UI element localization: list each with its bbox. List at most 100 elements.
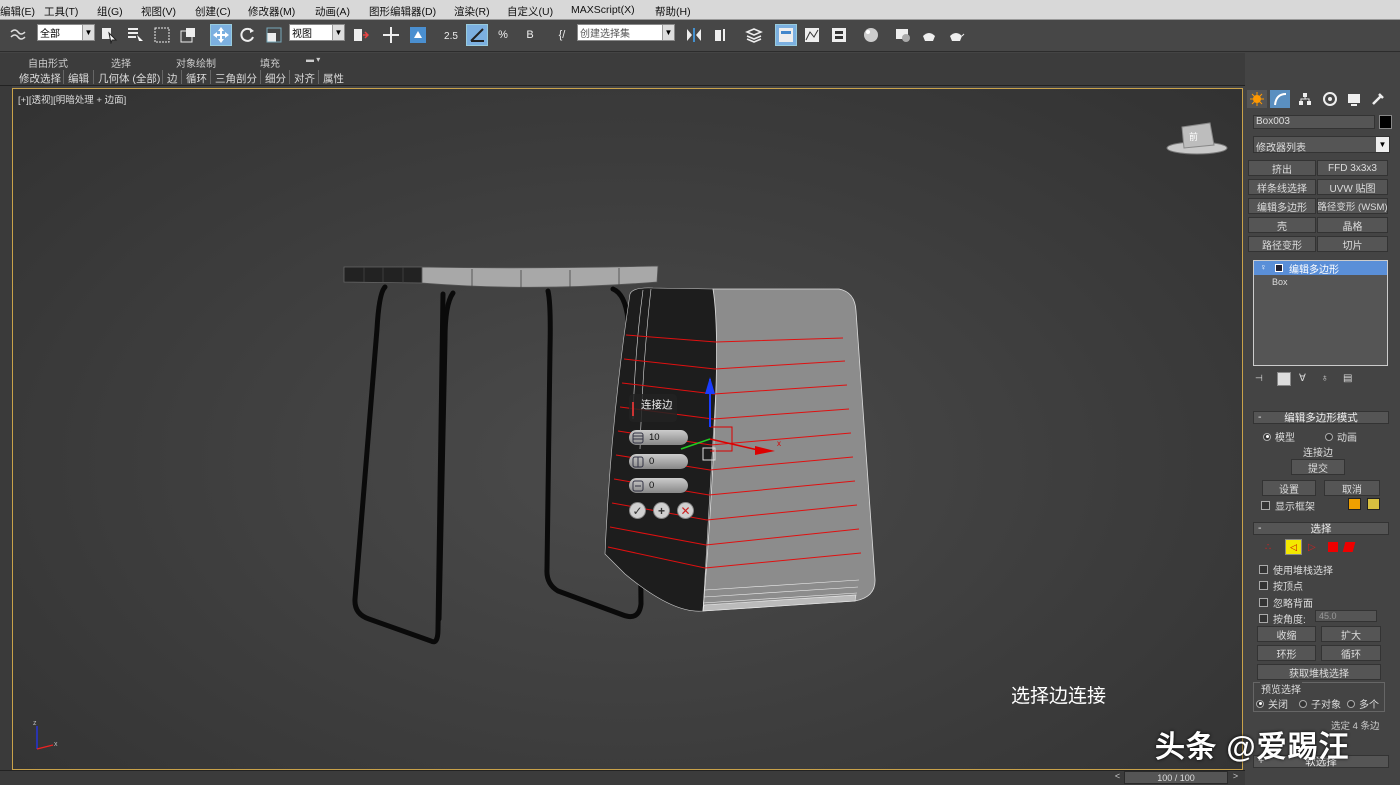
selection-rollout-header[interactable]: - 选择 xyxy=(1253,522,1389,535)
mod-extrude-button[interactable]: 挤出 xyxy=(1248,160,1316,176)
element-level-icon[interactable] xyxy=(1342,542,1356,552)
create-tab-icon[interactable] xyxy=(1247,90,1267,108)
select-object-icon[interactable] xyxy=(98,24,120,46)
snap-toggle-icon[interactable]: 2.5 xyxy=(440,24,462,48)
menu-modifiers[interactable]: 修改器(M) xyxy=(248,4,295,19)
viewcube[interactable]: 前 xyxy=(1166,122,1228,155)
link-icon[interactable] xyxy=(7,24,29,46)
stool-seat[interactable] xyxy=(343,265,659,290)
named-selection-dropdown[interactable]: 创建选择集 ▼ xyxy=(577,24,675,41)
manipulate-icon[interactable] xyxy=(380,24,402,46)
edit-named-selection-icon[interactable]: {/ xyxy=(551,24,573,46)
render-teapot-icon[interactable] xyxy=(945,24,967,46)
material-editor-icon[interactable] xyxy=(860,24,882,46)
rect-region-icon[interactable] xyxy=(151,24,173,46)
model-radio[interactable]: 模型 xyxy=(1263,429,1295,444)
ref-coord-dropdown[interactable]: 视图 ▼ xyxy=(289,24,345,41)
slide-field[interactable]: 0 xyxy=(629,478,688,493)
menu-edit[interactable]: 编辑(E) xyxy=(0,4,35,19)
ribbon-loops[interactable]: 循环 xyxy=(186,71,207,86)
utilities-tab-icon[interactable] xyxy=(1368,90,1388,108)
mod-path-deform-wsm-button[interactable]: 路径变形 (WSM) xyxy=(1317,198,1388,214)
pin-stack-icon[interactable]: ⊣ xyxy=(1255,373,1269,385)
window-crossing-icon[interactable] xyxy=(177,24,199,46)
apply-plus-icon[interactable]: + xyxy=(653,502,670,519)
object-name-field[interactable]: Box003 xyxy=(1253,115,1375,129)
loop-button[interactable]: 循环 xyxy=(1321,645,1381,661)
select-by-name-icon[interactable] xyxy=(124,24,146,46)
mod-edit-poly-button[interactable]: 编辑多边形 xyxy=(1248,198,1316,214)
shrink-button[interactable]: 收缩 xyxy=(1257,626,1316,642)
mirror-icon[interactable] xyxy=(683,24,705,46)
modify-tab-icon[interactable] xyxy=(1270,90,1290,108)
curve-editor-icon[interactable] xyxy=(801,24,823,46)
expand-icon[interactable] xyxy=(1275,264,1283,272)
by-vertex-checkbox[interactable]: 按顶点 xyxy=(1259,578,1303,593)
grow-button[interactable]: 扩大 xyxy=(1321,626,1381,642)
menu-tools[interactable]: 工具(T) xyxy=(44,4,78,19)
cage-color-swatch-1[interactable] xyxy=(1348,498,1361,510)
make-unique-icon[interactable]: ∀ xyxy=(1299,373,1313,385)
menu-maxscript[interactable]: MAXScript(X) xyxy=(571,4,635,16)
object-color-swatch[interactable] xyxy=(1379,115,1392,129)
pivot-icon[interactable] xyxy=(349,24,371,46)
align-icon[interactable] xyxy=(710,24,732,46)
use-stack-selection-checkbox[interactable]: 使用堆栈选择 xyxy=(1259,562,1333,577)
menu-customize[interactable]: 自定义(U) xyxy=(507,4,553,19)
spinner-snap-icon[interactable]: B xyxy=(519,24,541,46)
stack-item-box[interactable]: Box xyxy=(1272,277,1288,287)
motion-tab-icon[interactable] xyxy=(1320,90,1340,108)
ribbon-properties[interactable]: 属性 xyxy=(323,71,344,86)
lightbulb-icon[interactable]: ♀ xyxy=(1260,262,1267,272)
show-cage-checkbox[interactable]: 显示框架 xyxy=(1261,498,1315,513)
edit-poly-mode-rollout-header[interactable]: - 编辑多边形模式 xyxy=(1253,411,1389,424)
ring-button[interactable]: 环形 xyxy=(1257,645,1316,661)
preview-subobject-radio[interactable]: 子对象 xyxy=(1299,696,1341,711)
by-angle-checkbox[interactable]: 按角度: xyxy=(1259,611,1306,626)
move-icon[interactable] xyxy=(210,24,232,46)
percent-snap-icon[interactable]: % xyxy=(492,24,514,46)
ribbon-align[interactable]: 对齐 xyxy=(294,71,315,86)
edge-level-icon[interactable]: ◁ xyxy=(1285,539,1302,555)
prev-frame-icon[interactable]: < xyxy=(1111,771,1124,784)
mod-spline-select-button[interactable]: 样条线选择 xyxy=(1248,179,1316,195)
modifier-list-dropdown[interactable]: 修改器列表 ▼ xyxy=(1253,136,1390,154)
vertex-level-icon[interactable]: ∴ xyxy=(1265,542,1279,553)
show-end-result-icon[interactable] xyxy=(1277,372,1291,386)
stack-item-edit-poly[interactable]: ♀ 编辑多边形 xyxy=(1254,261,1387,276)
scene-explorer-icon[interactable] xyxy=(775,24,797,46)
scale-icon[interactable] xyxy=(263,24,285,46)
rendered-frame-icon[interactable] xyxy=(918,24,940,46)
menu-help[interactable]: 帮助(H) xyxy=(655,4,691,19)
time-slider[interactable]: 100 / 100 xyxy=(1124,771,1228,784)
hierarchy-tab-icon[interactable] xyxy=(1295,90,1315,108)
stool-legs[interactable] xyxy=(352,284,644,645)
ribbon-edit[interactable]: 编辑 xyxy=(68,71,89,86)
mod-ffd-button[interactable]: FFD 3x3x3 xyxy=(1317,160,1388,176)
ignore-backfacing-checkbox[interactable]: 忽略背面 xyxy=(1259,595,1313,610)
polygon-level-icon[interactable] xyxy=(1328,542,1338,552)
border-level-icon[interactable]: ▷ xyxy=(1308,542,1322,553)
cancel-button[interactable]: 取消 xyxy=(1324,480,1380,496)
ribbon-geometry-all[interactable]: 几何体 (全部) xyxy=(98,71,160,86)
segments-field[interactable]: 10 xyxy=(629,430,688,445)
mod-slice-button[interactable]: 切片 xyxy=(1317,236,1388,252)
preview-off-radio[interactable]: 关闭 xyxy=(1256,696,1288,711)
menu-create[interactable]: 创建(C) xyxy=(195,4,231,19)
ribbon-subdivision[interactable]: 细分 xyxy=(265,71,286,86)
cancel-x-icon[interactable]: ✕ xyxy=(677,502,694,519)
display-tab-icon[interactable] xyxy=(1344,90,1364,108)
settings-button[interactable]: 设置 xyxy=(1262,480,1316,496)
ribbon-modify-selection[interactable]: 修改选择 xyxy=(19,71,61,86)
angle-snap-icon[interactable] xyxy=(466,24,488,46)
schematic-view-icon[interactable] xyxy=(828,24,850,46)
selection-filter-dropdown[interactable]: 全部 ▼ xyxy=(37,24,95,41)
remove-modifier-icon[interactable]: ♁ xyxy=(1321,373,1335,385)
layer-manager-icon[interactable] xyxy=(743,24,765,46)
pinch-field[interactable]: 0 xyxy=(629,454,688,469)
configure-sets-icon[interactable]: ▤ xyxy=(1343,373,1357,385)
angle-spinner[interactable]: 45.0 xyxy=(1315,610,1377,622)
ribbon-tris[interactable]: 三角剖分 xyxy=(215,71,257,86)
menu-group[interactable]: 组(G) xyxy=(97,4,123,19)
menu-graph-editors[interactable]: 图形编辑器(D) xyxy=(369,4,436,19)
